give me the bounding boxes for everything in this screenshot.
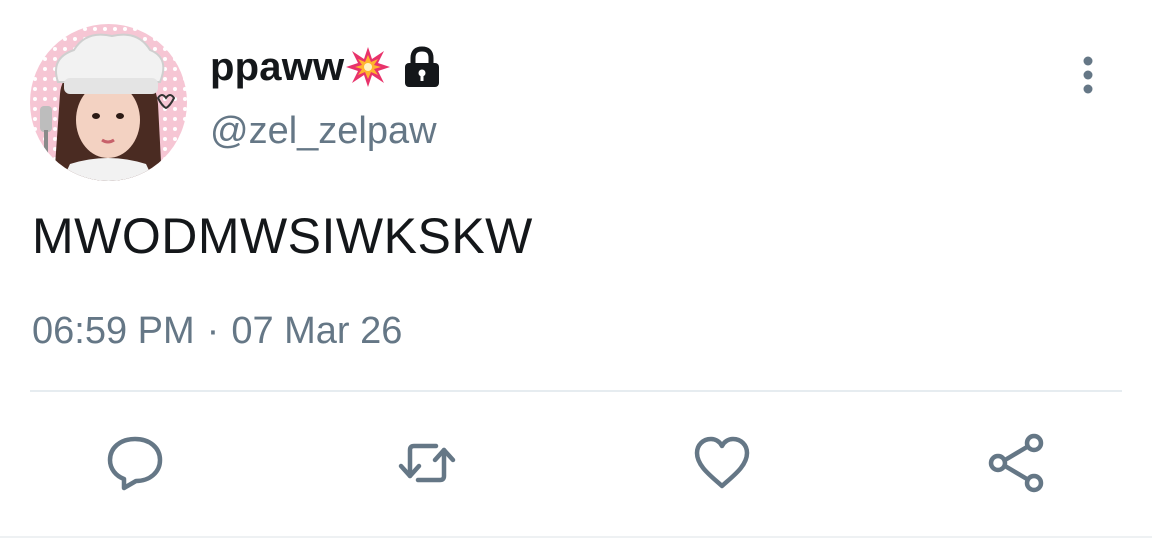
share-button[interactable]: [986, 432, 1048, 494]
like-button[interactable]: [691, 432, 753, 494]
reply-icon: [107, 436, 163, 491]
collision-icon: [346, 45, 391, 89]
user-handle[interactable]: @zel_zelpaw: [210, 110, 437, 153]
more-vertical-icon[interactable]: [1068, 56, 1108, 96]
divider: [30, 390, 1122, 392]
display-name[interactable]: ppaww: [210, 45, 344, 90]
lock-icon: [402, 46, 442, 88]
timestamp[interactable]: 06:59 PM · 07 Mar 26: [32, 310, 402, 353]
tweet-time: 06:59 PM: [32, 310, 195, 352]
name-row: ppaww: [210, 42, 442, 92]
tweet-date: 07 Mar 26: [231, 310, 403, 352]
tweet-text: MWODMWSIWKSKW: [32, 208, 533, 264]
retweet-button[interactable]: [396, 432, 458, 494]
bottom-divider: [0, 536, 1152, 538]
timestamp-separator: ·: [206, 310, 220, 352]
share-icon: [988, 433, 1044, 493]
reply-button[interactable]: [104, 432, 166, 494]
heart-icon: [694, 436, 750, 489]
avatar-image: [30, 24, 187, 181]
avatar[interactable]: [30, 24, 187, 181]
retweet-icon: [398, 443, 456, 483]
